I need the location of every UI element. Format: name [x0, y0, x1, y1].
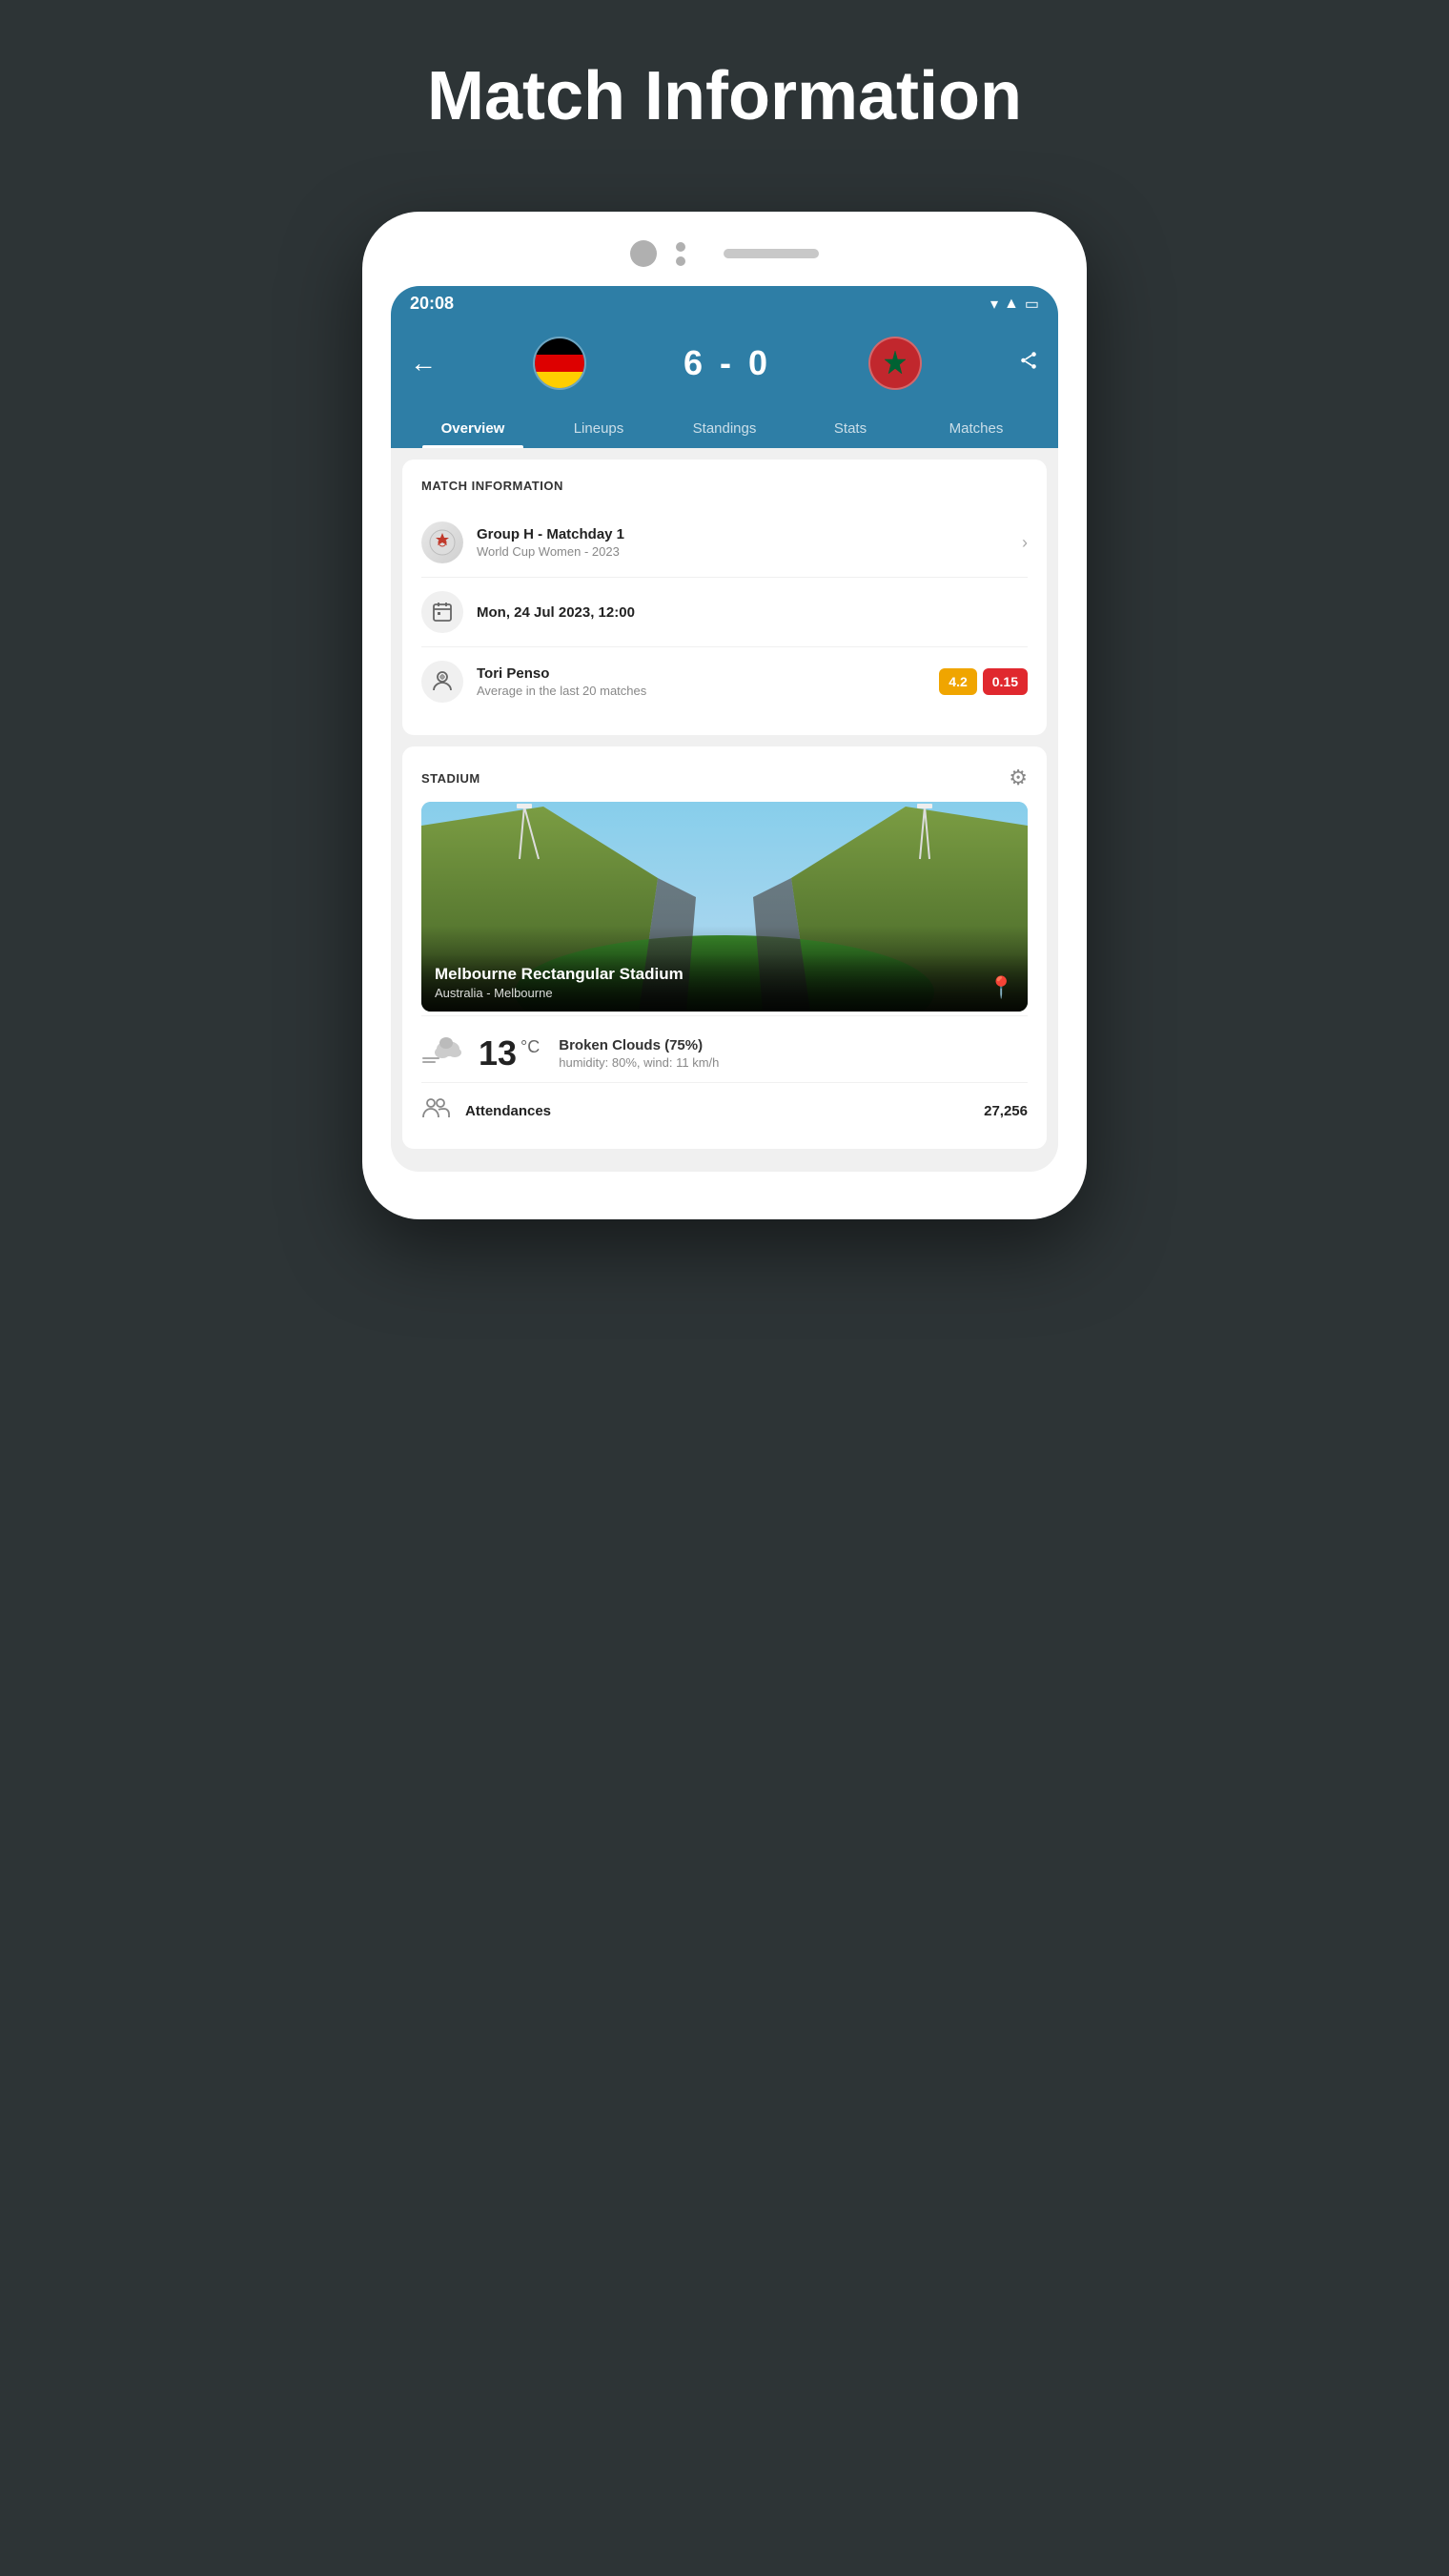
stadium-visual: Melbourne Rectangular Stadium Australia …: [421, 802, 1028, 1012]
tab-standings[interactable]: Standings: [662, 409, 787, 448]
competition-sub: World Cup Women - 2023: [477, 544, 1014, 559]
phone-camera: [630, 240, 657, 267]
world-cup-logo: [421, 521, 463, 563]
attendance-row: Attendances 27,256: [421, 1082, 1028, 1130]
germany-flag: [533, 337, 586, 390]
morocco-star-icon: [879, 347, 911, 379]
wifi-icon: ▾: [990, 295, 998, 314]
back-button[interactable]: ←: [410, 348, 437, 378]
referee-row: Tori Penso Average in the last 20 matche…: [421, 647, 1028, 716]
stadium-location: Australia - Melbourne: [435, 986, 684, 1000]
phone-speaker: [724, 249, 819, 258]
competition-info: Group H - Matchday 1 World Cup Women - 2…: [477, 526, 1014, 559]
referee-sub: Average in the last 20 matches: [477, 684, 931, 698]
tabs-row: Overview Lineups Standings Stats Matches: [410, 409, 1039, 448]
referee-icon: [421, 661, 463, 703]
weather-unit: °C: [520, 1037, 540, 1057]
clouds-wind-icon: [421, 1032, 463, 1066]
match-header: ← 6 - 0: [391, 321, 1058, 448]
tab-matches[interactable]: Matches: [913, 409, 1039, 448]
flag-red-stripe: [535, 355, 584, 373]
stadium-info: Melbourne Rectangular Stadium Australia …: [435, 965, 684, 1000]
competition-name: Group H - Matchday 1: [477, 526, 1014, 542]
wc-logo-icon: [428, 528, 457, 557]
date-label: Mon, 24 Jul 2023, 12:00: [477, 604, 1028, 621]
phone-dots: [676, 242, 685, 266]
referee-svg-icon: [430, 669, 455, 694]
share-button[interactable]: [1018, 350, 1039, 377]
phone-device: 20:08 ▾ ▲ ▭ ←: [362, 212, 1087, 1219]
red-card-badge: 0.15: [983, 668, 1028, 695]
date-row: Mon, 24 Jul 2023, 12:00: [421, 578, 1028, 647]
phone-dot: [676, 256, 685, 266]
people-icon: [421, 1096, 450, 1119]
score-display: 6 - 0: [684, 343, 771, 383]
signal-icon: ▲: [1004, 296, 1019, 313]
phone-screen: 20:08 ▾ ▲ ▭ ←: [391, 286, 1058, 1172]
stadium-header: STADIUM ⚙: [421, 766, 1028, 790]
status-bar: 20:08 ▾ ▲ ▭: [391, 286, 1058, 321]
referee-name: Tori Penso: [477, 665, 931, 682]
attendance-value: 27,256: [984, 1103, 1028, 1119]
stadium-overlay: Melbourne Rectangular Stadium Australia …: [421, 953, 1028, 1012]
calendar-svg-icon: [431, 601, 454, 624]
score-row: ← 6 - 0: [410, 337, 1039, 390]
tab-overview[interactable]: Overview: [410, 409, 536, 448]
status-time: 20:08: [410, 294, 454, 314]
stadium-image: Melbourne Rectangular Stadium Australia …: [421, 802, 1028, 1012]
flag-black-stripe: [535, 337, 584, 355]
phone-bottom: [391, 1172, 1058, 1191]
yellow-card-badge: 4.2: [939, 668, 976, 695]
weather-icon: [421, 1032, 463, 1074]
weather-temperature: 13: [479, 1033, 517, 1073]
morocco-flag: [868, 337, 922, 390]
location-pin-icon: 📍: [989, 975, 1014, 1000]
tab-lineups[interactable]: Lineups: [536, 409, 662, 448]
weather-description: Broken Clouds (75%) humidity: 80%, wind:…: [559, 1037, 1028, 1070]
stadium-title: STADIUM: [421, 771, 480, 786]
competition-logo: [421, 521, 463, 563]
status-icons: ▾ ▲ ▭: [990, 295, 1039, 314]
calendar-icon: [421, 591, 463, 633]
content-area: MATCH INFORMATION Group H - M: [391, 448, 1058, 1172]
tab-stats[interactable]: Stats: [787, 409, 913, 448]
chevron-right-icon: ›: [1022, 533, 1028, 553]
competition-row[interactable]: Group H - Matchday 1 World Cup Women - 2…: [421, 508, 1028, 578]
stadium-name: Melbourne Rectangular Stadium: [435, 965, 684, 984]
weather-row: 13 °C Broken Clouds (75%) humidity: 80%,…: [421, 1015, 1028, 1082]
referee-badges: 4.2 0.15: [939, 668, 1028, 695]
flag-gold-stripe: [535, 372, 584, 390]
weather-main-text: Broken Clouds (75%): [559, 1037, 1028, 1053]
match-info-title: MATCH INFORMATION: [421, 479, 1028, 493]
attendance-icon: [421, 1096, 450, 1126]
attendance-label: Attendances: [465, 1103, 984, 1119]
phone-dot: [676, 242, 685, 252]
weather-details-text: humidity: 80%, wind: 11 km/h: [559, 1055, 1028, 1070]
match-info-card: MATCH INFORMATION Group H - M: [402, 460, 1047, 735]
stadium-card: STADIUM ⚙: [402, 746, 1047, 1149]
referee-info: Tori Penso Average in the last 20 matche…: [477, 665, 931, 698]
phone-top-bar: [391, 240, 1058, 267]
share-icon: [1018, 350, 1039, 371]
date-info: Mon, 24 Jul 2023, 12:00: [477, 604, 1028, 621]
page-title: Match Information: [427, 57, 1022, 135]
battery-icon: ▭: [1025, 295, 1039, 314]
settings-icon[interactable]: ⚙: [1009, 766, 1028, 790]
